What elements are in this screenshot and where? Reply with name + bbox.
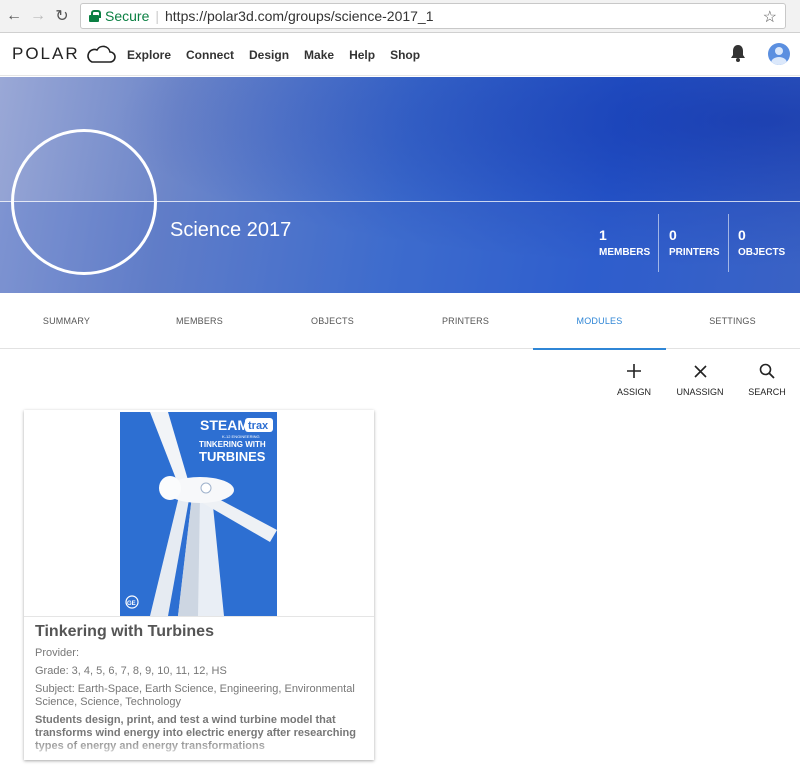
polar-logo[interactable]: POLAR — [12, 44, 116, 64]
stat-objects-label: OBJECTS — [738, 247, 786, 258]
secure-label: Secure — [105, 8, 150, 24]
cover-ge-logo: GE — [127, 601, 136, 607]
group-title: Science 2017 — [170, 219, 292, 241]
assign-label: ASSIGN — [616, 387, 651, 397]
menu-make[interactable]: Make — [304, 48, 334, 62]
module-card[interactable]: STEAM trax K-12 ENGINEERING TINKERING WI… — [24, 410, 374, 760]
menu-connect[interactable]: Connect — [186, 48, 234, 62]
search-icon — [759, 363, 775, 379]
stat-printers[interactable]: 0 PRINTERS — [669, 227, 720, 258]
module-image-area: STEAM trax K-12 ENGINEERING TINKERING WI… — [24, 410, 374, 617]
cloud-logo-icon — [86, 45, 116, 63]
stat-members[interactable]: 1 MEMBERS — [599, 227, 650, 258]
module-title[interactable]: Tinkering with Turbines — [35, 623, 365, 641]
unassign-button[interactable]: UNASSIGN — [670, 360, 730, 397]
stat-members-label: MEMBERS — [599, 247, 651, 258]
module-cover-image[interactable]: STEAM trax K-12 ENGINEERING TINKERING WI… — [120, 412, 277, 616]
stat-printers-value: 0 — [669, 227, 677, 243]
stat-divider — [728, 214, 729, 272]
tab-members[interactable]: MEMBERS — [133, 293, 266, 349]
cover-line1: TINKERING WITH — [199, 440, 266, 449]
group-banner: Science 2017 1 MEMBERS 0 PRINTERS 0 OBJE… — [0, 77, 800, 293]
url-text[interactable]: https://polar3d.com/groups/science-2017_… — [165, 8, 434, 24]
menu-design[interactable]: Design — [249, 48, 289, 62]
close-icon — [693, 364, 707, 378]
card-fade — [24, 738, 374, 760]
cover-tagline: K-12 ENGINEERING — [222, 434, 260, 439]
forward-arrow-icon[interactable]: → — [28, 6, 48, 26]
wind-turbine-illustration: STEAM trax K-12 ENGINEERING TINKERING WI… — [120, 412, 277, 616]
logo-text: POLAR — [12, 44, 80, 63]
stat-divider — [658, 214, 659, 272]
address-bar[interactable]: Secure | https://polar3d.com/groups/scie… — [80, 3, 786, 29]
user-avatar[interactable] — [768, 43, 790, 65]
stat-objects[interactable]: 0 OBJECTS — [738, 227, 785, 258]
cover-brand: STEAM — [200, 417, 249, 433]
cover-line2: TURBINES — [199, 449, 266, 464]
back-arrow-icon[interactable]: ← — [4, 6, 24, 26]
tab-objects[interactable]: OBJECTS — [266, 293, 399, 349]
assign-button[interactable]: ASSIGN — [604, 360, 664, 397]
plus-icon — [627, 364, 641, 378]
module-subject: Subject: Earth-Space, Earth Science, Eng… — [35, 683, 355, 708]
module-provider: Provider: — [35, 647, 80, 659]
url-separator: | — [155, 8, 159, 24]
reload-icon[interactable]: ↻ — [52, 6, 72, 26]
app-header: POLAR Explore Connect Design Make Help S… — [0, 34, 800, 76]
tab-summary[interactable]: SUMMARY — [0, 293, 133, 349]
cover-brand-badge: trax — [248, 420, 269, 432]
main-menu: Explore Connect Design Make Help Shop — [127, 48, 435, 62]
module-card-body: Tinkering with Turbines Provider: Grade:… — [35, 623, 365, 753]
bell-icon[interactable] — [730, 44, 746, 62]
unassign-label: UNASSIGN — [676, 387, 724, 397]
stat-objects-value: 0 — [738, 227, 746, 243]
search-label: SEARCH — [748, 387, 786, 397]
tab-printers[interactable]: PRINTERS — [399, 293, 532, 349]
bookmark-star-icon[interactable]: ☆ — [763, 7, 777, 27]
tab-settings[interactable]: SETTINGS — [666, 293, 799, 349]
lock-icon — [89, 10, 101, 22]
menu-explore[interactable]: Explore — [127, 48, 171, 62]
stat-printers-label: PRINTERS — [669, 247, 720, 258]
menu-shop[interactable]: Shop — [390, 48, 420, 62]
menu-help[interactable]: Help — [349, 48, 375, 62]
search-button[interactable]: SEARCH — [737, 360, 797, 397]
browser-toolbar: ← → ↻ Secure | https://polar3d.com/group… — [0, 0, 800, 33]
tab-modules[interactable]: MODULES — [533, 293, 666, 350]
stat-members-value: 1 — [599, 227, 607, 243]
module-grade: Grade: 3, 4, 5, 6, 7, 8, 9, 10, 11, 12, … — [35, 665, 227, 677]
group-tabs: SUMMARY MEMBERS OBJECTS PRINTERS MODULES… — [0, 293, 800, 350]
group-avatar-circle[interactable] — [11, 129, 157, 275]
